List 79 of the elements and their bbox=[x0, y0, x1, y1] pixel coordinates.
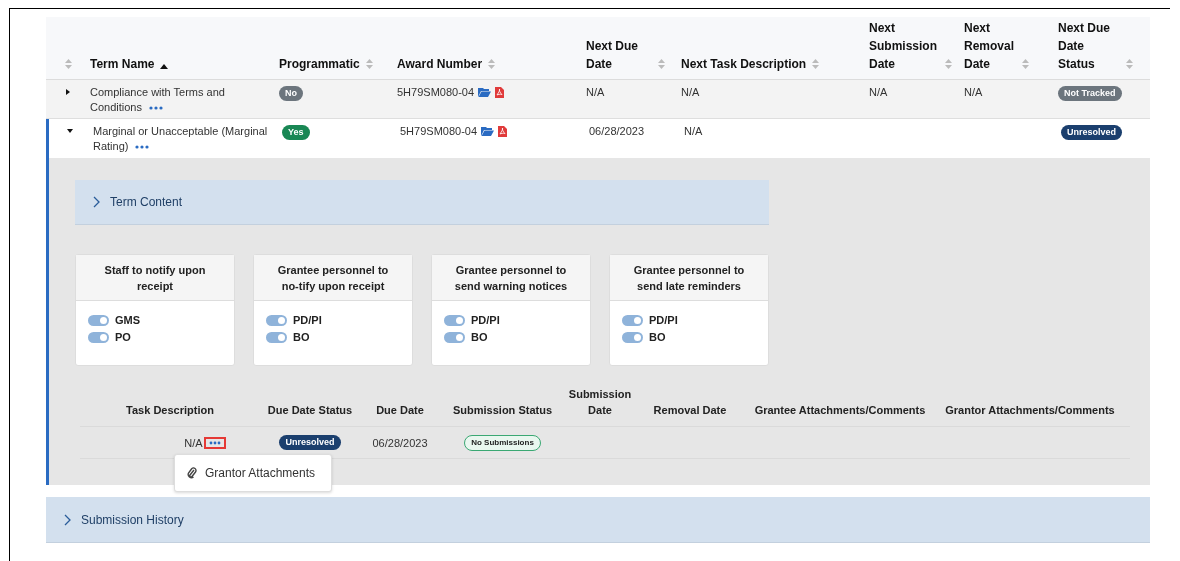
status-badge: Unresolved bbox=[1061, 125, 1123, 140]
column-header: Task Description bbox=[126, 403, 214, 418]
toggle-label: PD/PI bbox=[471, 314, 500, 326]
chevron-right-icon bbox=[64, 513, 71, 526]
column-header[interactable]: Next Task Description bbox=[681, 55, 807, 73]
next-task-description: N/A bbox=[681, 86, 700, 98]
due-date: 06/28/2023 bbox=[372, 436, 428, 449]
column-header: Removal Date bbox=[653, 403, 727, 418]
chevron-right-icon bbox=[93, 196, 100, 208]
submission-status-badge: No Submissions bbox=[464, 434, 541, 451]
term-name: Marginal or Unacceptable (Marginal Rating) bbox=[93, 125, 268, 152]
toggle-switch[interactable] bbox=[622, 331, 643, 343]
sort-ascending-icon[interactable] bbox=[160, 63, 169, 69]
programmatic-badge: No bbox=[279, 86, 303, 101]
card-title: Grantee personnel to no-tify upon receipt bbox=[254, 255, 412, 301]
term-name: Compliance with Terms and Conditions bbox=[90, 86, 225, 113]
card-title: Grantee personnel to send late reminders bbox=[610, 255, 768, 301]
next-removal-date: N/A bbox=[964, 86, 983, 98]
more-icon[interactable] bbox=[149, 106, 163, 111]
toggle-label: GMS bbox=[115, 314, 141, 326]
pdf-file-icon[interactable] bbox=[498, 126, 508, 137]
column-header[interactable]: Next Due Date bbox=[586, 37, 652, 73]
toggle-switch[interactable] bbox=[444, 331, 465, 343]
column-header[interactable]: Next Due Date Status bbox=[1058, 19, 1120, 73]
toggle-switch[interactable] bbox=[266, 331, 287, 343]
toggle-label: PD/PI bbox=[649, 314, 678, 326]
sort-icon[interactable] bbox=[365, 59, 373, 69]
folder-icon[interactable] bbox=[481, 126, 495, 136]
sort-icon[interactable] bbox=[488, 59, 496, 69]
column-header[interactable]: Next Removal Date bbox=[964, 19, 1016, 73]
paperclip-icon bbox=[187, 467, 197, 479]
column-header[interactable]: Term Name bbox=[90, 55, 155, 73]
sort-icon[interactable] bbox=[64, 59, 72, 69]
next-due-date: N/A bbox=[586, 86, 605, 98]
toggle-label: BO bbox=[471, 331, 488, 343]
programmatic-badge: Yes bbox=[282, 125, 310, 140]
card-title: Staff to notify upon receipt bbox=[76, 255, 234, 301]
more-button[interactable] bbox=[203, 436, 226, 449]
column-header: Grantor Attachments/Comments bbox=[945, 403, 1115, 418]
toggle-switch[interactable] bbox=[444, 314, 465, 326]
submission-history-accordion[interactable]: Submission History bbox=[46, 497, 1150, 543]
toggle-label: PD/PI bbox=[293, 314, 322, 326]
sort-icon[interactable] bbox=[658, 59, 665, 69]
award-number: 5H79SM080-04 bbox=[400, 124, 478, 139]
card-title: Grantee personnel to send warning notices bbox=[432, 255, 590, 301]
caret-right-icon[interactable] bbox=[65, 89, 71, 95]
more-icon[interactable] bbox=[135, 145, 150, 150]
term-content-accordion[interactable]: Term Content bbox=[75, 180, 769, 225]
caret-down-icon[interactable] bbox=[66, 128, 73, 134]
award-number: 5H79SM080-04 bbox=[397, 85, 475, 100]
toggle-switch[interactable] bbox=[266, 314, 287, 326]
column-header: Submission Date bbox=[567, 387, 633, 418]
menu-item[interactable]: Grantor Attachments bbox=[175, 455, 331, 491]
next-task-description: N/A bbox=[684, 125, 703, 137]
column-header[interactable]: Next Submission Date bbox=[869, 19, 939, 73]
column-header: Due Date Status bbox=[267, 403, 353, 418]
sort-icon[interactable] bbox=[1022, 59, 1029, 69]
column-header[interactable]: Programmatic bbox=[279, 55, 360, 73]
next-submission-date: N/A bbox=[869, 86, 888, 98]
more-icon bbox=[208, 440, 221, 445]
toggle-switch[interactable] bbox=[88, 314, 109, 326]
column-header: Due Date bbox=[376, 403, 424, 418]
due-status-badge: Unresolved bbox=[279, 435, 341, 450]
toggle-switch[interactable] bbox=[622, 314, 643, 326]
column-header: Grantee Attachments/Comments bbox=[754, 403, 926, 418]
next-due-date: 06/28/2023 bbox=[589, 125, 645, 137]
toggle-label: PO bbox=[115, 331, 131, 343]
toggle-switch[interactable] bbox=[88, 331, 109, 343]
pdf-file-icon[interactable] bbox=[495, 87, 505, 98]
folder-icon[interactable] bbox=[478, 87, 492, 97]
sort-icon[interactable] bbox=[945, 59, 952, 69]
sort-icon[interactable] bbox=[1126, 59, 1133, 69]
column-header[interactable]: Award Number bbox=[397, 55, 483, 73]
toggle-label: BO bbox=[649, 331, 666, 343]
sort-icon[interactable] bbox=[812, 59, 820, 69]
column-header: Submission Status bbox=[453, 403, 552, 418]
task-description: N/A bbox=[184, 436, 203, 449]
status-badge: Not Tracked bbox=[1058, 86, 1122, 101]
toggle-label: BO bbox=[293, 331, 310, 343]
